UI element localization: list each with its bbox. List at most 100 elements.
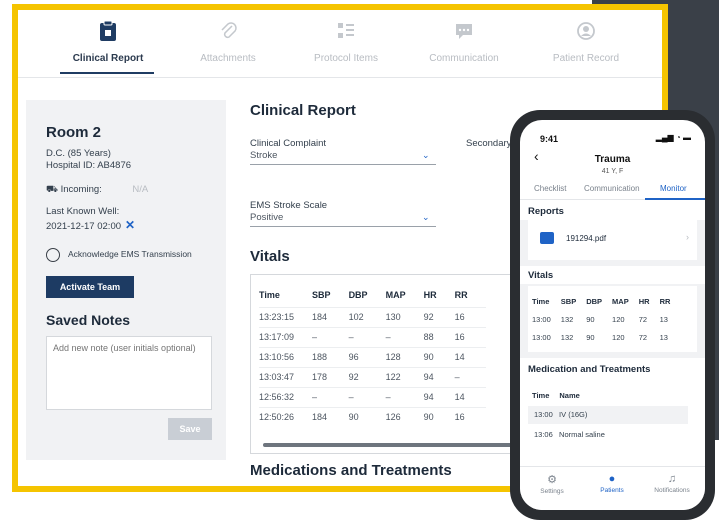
- last-known-well-row: 2021-12-17 02:00 ✕: [46, 218, 135, 232]
- table-cell: 13:17:09: [259, 326, 313, 347]
- nav-notifications[interactable]: ♫ Notifications: [642, 473, 702, 494]
- table-cell: 126: [385, 406, 424, 427]
- table-cell: 12:56:32: [259, 386, 313, 407]
- table-cell: 132: [560, 332, 574, 342]
- tab-communication[interactable]: Communication: [404, 20, 524, 66]
- chevron-down-icon[interactable]: ⌄: [422, 150, 430, 161]
- tab-clinical-report[interactable]: Clinical Report: [48, 20, 168, 66]
- table-cell: 120: [612, 314, 625, 324]
- table-cell: 16: [454, 326, 486, 347]
- phone-vitals-card: Time SBP DBP MAP HR RR 13:00 132 90 120 72 13…: [528, 286, 697, 352]
- table-cell: 130: [385, 306, 424, 327]
- table-header-row: Time SBP DBP MAP HR RR: [532, 292, 680, 310]
- tab-attachments[interactable]: Attachments: [168, 20, 288, 66]
- table-cell: 92: [423, 306, 455, 327]
- nav-label: Notifications: [654, 487, 690, 494]
- tab-patient-record[interactable]: Patient Record: [526, 20, 646, 66]
- top-tab-nav: Clinical Report Attachments Protocol Ite…: [18, 10, 662, 78]
- table-cell: 14: [454, 386, 486, 407]
- pdf-attachment-card[interactable]: 191294.pdf ›: [528, 220, 697, 260]
- reports-band: 191294.pdf ›: [520, 220, 705, 266]
- column-header: HR: [423, 289, 437, 300]
- checklist-icon: [338, 23, 354, 38]
- table-cell: –: [454, 366, 486, 387]
- ems-scale-select-line: [250, 226, 436, 227]
- phone-meds-title: Medication and Treatments: [528, 364, 651, 375]
- bell-icon: ♫: [667, 473, 677, 485]
- ems-scale-select-value[interactable]: Positive: [250, 212, 283, 223]
- table-cell: 122: [385, 366, 424, 387]
- table-cell: 184: [312, 406, 349, 427]
- table-cell: 132: [560, 314, 574, 324]
- table-cell: –: [312, 386, 349, 407]
- table-cell: 12:50:26: [259, 406, 313, 427]
- status-icons: ▂▄▆ ◔ ▬: [656, 133, 691, 142]
- acknowledge-radio[interactable]: [46, 248, 60, 262]
- table-cell: 94: [423, 366, 455, 387]
- status-time: 9:41: [540, 134, 559, 144]
- table-cell: 13:10:56: [259, 346, 313, 367]
- patient-name-age: D.C. (85 Years): [46, 148, 111, 159]
- table-cell: 178: [312, 366, 349, 387]
- activate-team-button[interactable]: Activate Team: [46, 276, 134, 298]
- saved-notes-title: Saved Notes: [46, 312, 131, 328]
- column-header: RR: [454, 289, 468, 300]
- wifi-icon: ◔: [675, 133, 681, 142]
- tab-protocol-items[interactable]: Protocol Items: [286, 20, 406, 66]
- phone-vitals-band: Time SBP DBP MAP HR RR 13:00 132 90 120 72 13…: [520, 284, 705, 358]
- phone-meds-header: Time Name: [532, 386, 590, 404]
- clear-icon[interactable]: ✕: [125, 218, 135, 232]
- column-header: Time: [259, 289, 280, 300]
- patient-panel: Room 2 D.C. (85 Years) Hospital ID: AB48…: [26, 100, 226, 460]
- table-row: 13:00 132 90 120 72 13: [532, 310, 680, 328]
- table-cell: –: [348, 326, 386, 347]
- acknowledge-label: Acknowledge EMS Transmission: [68, 249, 192, 259]
- ambulance-icon: ⛟: [46, 184, 58, 195]
- column-header: HR: [638, 296, 650, 306]
- table-row: 13:23:15 184 102 130 92 16: [259, 306, 486, 327]
- column-header: DBP: [348, 289, 368, 300]
- table-cell: 88: [423, 326, 455, 347]
- table-cell: –: [385, 326, 424, 347]
- table-row: 13:17:09– – –88 16: [259, 326, 486, 347]
- table-cell: –: [312, 326, 349, 347]
- column-header: MAP: [612, 296, 629, 306]
- tab-label: Patient Record: [552, 53, 620, 64]
- phone-tab-communication[interactable]: Communication: [584, 184, 640, 193]
- ems-scale-label: EMS Stroke Scale: [250, 200, 328, 211]
- phone-screen: 9:41 ▂▄▆ ◔ ▬ ‹ Trauma 41 Y, F Checklist …: [520, 120, 705, 510]
- nav-patients[interactable]: ● Patients: [582, 473, 642, 494]
- chat-icon: [456, 24, 472, 39]
- signal-icon: ▂▄▆: [655, 133, 674, 142]
- complaint-select-value[interactable]: Stroke: [250, 150, 277, 161]
- tab-label: Attachments: [200, 53, 256, 64]
- phone-tab-checklist[interactable]: Checklist: [534, 184, 566, 193]
- column-header: DBP: [586, 296, 603, 306]
- tab-label: Communication: [429, 53, 499, 64]
- table-cell: 13:23:15: [259, 306, 313, 327]
- table-cell: 13: [659, 314, 668, 324]
- save-note-button[interactable]: Save: [168, 418, 212, 440]
- user-circle-icon: [577, 22, 595, 40]
- room-title: Room 2: [46, 124, 102, 141]
- incoming-row: ⛟ Incoming: N/A: [46, 184, 148, 196]
- vitals-table-container: Time SBP DBP MAP HR RR 13:23:15 184 102 130…: [250, 274, 550, 454]
- tab-label: Protocol Items: [314, 53, 378, 64]
- table-header-row: Time SBP DBP MAP HR RR: [259, 283, 486, 307]
- table-cell: 90: [586, 332, 595, 342]
- phone-tab-monitor[interactable]: Monitor: [660, 184, 687, 193]
- table-cell: 90: [348, 406, 386, 427]
- hospital-id: Hospital ID: AB4876: [46, 160, 132, 171]
- clipboard-icon: [100, 20, 116, 41]
- column-header: SBP: [312, 289, 331, 300]
- chevron-down-icon[interactable]: ⌄: [422, 212, 430, 223]
- med-name: Normal saline: [559, 430, 605, 439]
- horizontal-scrollbar[interactable]: [263, 443, 543, 447]
- table-cell: 13: [659, 332, 668, 342]
- nav-settings[interactable]: ⚙ Settings: [522, 473, 582, 495]
- new-note-input[interactable]: [46, 336, 212, 410]
- user-circle-icon: ●: [608, 473, 616, 485]
- phone-subtitle: 41 Y, F: [601, 168, 624, 175]
- phone-mockup: 9:41 ▂▄▆ ◔ ▬ ‹ Trauma 41 Y, F Checklist …: [510, 110, 715, 520]
- column-header: Name: [559, 390, 580, 400]
